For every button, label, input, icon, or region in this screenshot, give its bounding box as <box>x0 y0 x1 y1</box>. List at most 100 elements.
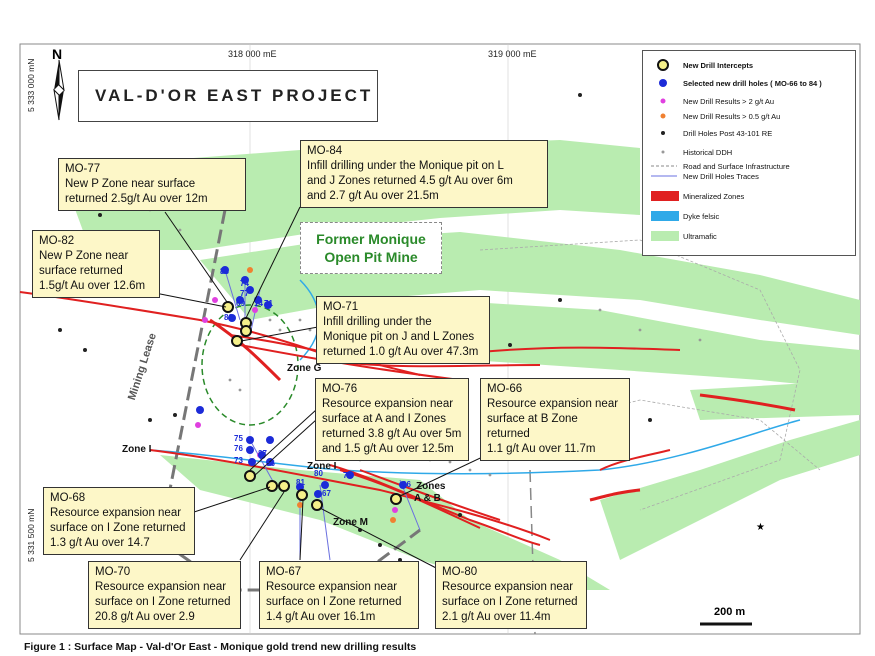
hole-label: 83 <box>220 267 229 276</box>
callout-line: surface on I Zone returned <box>50 522 186 534</box>
callout-line: surface on I Zone returned <box>266 596 402 608</box>
callout-line: returned 1.0 g/t Au over 47.3m <box>323 346 479 358</box>
callout-line: surface returned <box>39 265 123 277</box>
callout-line: Resource expansion near <box>322 398 454 410</box>
callout-line: MO-68 <box>50 492 86 504</box>
callout-line: 1.5g/t Au over 12.6m <box>39 280 146 292</box>
callout-line: returned 2.5g/t Au over 12m <box>65 193 208 205</box>
legend-item: Mineralized Zones <box>683 192 745 201</box>
northing-top-label: 5 333 000 mN <box>26 58 36 112</box>
green-fill-icon <box>651 231 679 241</box>
callout-line: MO-66 <box>487 383 523 395</box>
callout-line: Resource expansion near <box>442 581 574 593</box>
former-pit-label: Former Monique Open Pit Mine <box>300 222 442 274</box>
callout-mo-80: MO-80 Resource expansion near surface on… <box>435 561 587 629</box>
legend-item: New Drill Results > 0.5 g/t Au <box>683 112 781 121</box>
star-marker: ★ <box>756 522 765 533</box>
zone-m-label: Zone M <box>333 517 368 528</box>
figure-caption: Figure 1 : Surface Map - Val-d'Or East -… <box>24 641 417 653</box>
hole-label: 77 <box>240 289 249 298</box>
hole-label: 79 <box>343 471 352 480</box>
north-label: N <box>52 46 63 62</box>
hole-label: 14 <box>254 299 263 308</box>
zone-i-left-label: Zone I <box>122 444 152 455</box>
callout-line: 2.1 g/t Au over 11.4m <box>442 611 551 623</box>
red-fill-icon <box>651 191 679 201</box>
callout-line: 20.8 g/t Au over 2.9 <box>95 611 195 623</box>
callout-mo-76: MO-76 Resource expansion near surface at… <box>315 378 469 461</box>
legend-item: Drill Holes Post 43-101 RE <box>683 129 773 138</box>
callout-line: MO-84 <box>307 145 343 157</box>
zones-ab-label-2: A & B <box>414 493 441 504</box>
grey-dot-icon <box>661 150 665 154</box>
callout-mo-66: MO-66 Resource expansion near surface at… <box>480 378 630 461</box>
callout-line: 1.4 g/t Au over 16.1m <box>266 611 376 623</box>
hole-label: 69 <box>236 299 245 308</box>
callout-line: MO-77 <box>65 163 101 175</box>
hole-label: 82 <box>224 313 233 322</box>
callout-line: surface at B Zone returned <box>487 413 578 440</box>
map-legend: New Drill Intercepts Selected new drill … <box>642 50 856 256</box>
blue-dot-icon <box>659 79 667 87</box>
legend-item: Road and Surface Infrastructure <box>683 162 790 171</box>
callout-line: and 2.7 g/t Au over 21.5m <box>307 190 439 202</box>
callout-line: Monique pit on J and L Zones <box>323 331 475 343</box>
project-title-box: VAL-D'OR EAST PROJECT <box>78 70 378 122</box>
callout-line: surface at A and I Zones <box>322 413 447 425</box>
northing-bottom-label: 5 331 500 mN <box>26 508 36 562</box>
callout-line: MO-71 <box>323 301 359 313</box>
callout-line: Infill drilling under the Monique pit on… <box>307 160 504 172</box>
cyan-fill-icon <box>651 211 679 221</box>
callout-line: MO-67 <box>266 566 302 578</box>
callout-line: and 1.5 g/t Au over 12.5m <box>322 443 454 455</box>
hole-label: 80 <box>314 469 323 478</box>
hole-label: 76 <box>234 444 243 453</box>
callout-line: New P Zone near surface <box>65 178 196 190</box>
callout-line: MO-70 <box>95 566 131 578</box>
black-dot-icon <box>661 131 665 135</box>
hole-label: 81 <box>296 478 305 487</box>
hole-label: 56 <box>266 459 275 468</box>
hole-label: 67 <box>322 489 331 498</box>
project-title: VAL-D'OR EAST PROJECT <box>95 86 374 105</box>
callout-line: 1.3 g/t Au over 14.7 <box>50 537 150 549</box>
zones-ab-label-1: Zones <box>416 481 446 492</box>
callout-line: MO-80 <box>442 566 478 578</box>
callout-line: MO-82 <box>39 235 75 247</box>
legend-item: New Drill Intercepts <box>683 61 754 70</box>
callout-mo-84: MO-84 Infill drilling under the Monique … <box>300 140 548 208</box>
callout-mo-70: MO-70 Resource expansion near surface on… <box>88 561 241 629</box>
scale-bar-label: 200 m <box>714 606 746 618</box>
hole-label: 74 <box>240 279 249 288</box>
easting-right-label: 319 000 mE <box>488 49 537 59</box>
legend-item: Historical DDH <box>683 148 733 157</box>
orange-dot-icon <box>660 113 666 119</box>
callout-mo-67: MO-67 Resource expansion near surface on… <box>259 561 419 629</box>
callout-line: Resource expansion near <box>266 581 398 593</box>
intercept-icon <box>657 59 669 71</box>
easting-left-label: 318 000 mE <box>228 49 277 59</box>
callout-mo-77: MO-77 New P Zone near surface returned 2… <box>58 158 246 211</box>
hole-label: 27 <box>258 449 267 458</box>
magenta-dot-icon <box>660 98 666 104</box>
legend-item: Selected new drill holes ( MO-66 to 84 ) <box>683 79 822 88</box>
zone-g-label: Zone G <box>287 363 322 374</box>
hole-label: 71 <box>264 299 273 308</box>
callout-line: surface on I Zone returned <box>95 596 231 608</box>
callout-line: Resource expansion near <box>487 398 619 410</box>
hole-label: 75 <box>234 434 243 443</box>
callout-line: and J Zones returned 4.5 g/t Au over 6m <box>307 175 513 187</box>
legend-item: New Drill Holes Traces <box>683 172 759 181</box>
callout-line: MO-76 <box>322 383 358 395</box>
former-pit-line2: Open Pit Mine <box>324 249 418 265</box>
callout-line: returned 3.8 g/t Au over 5m <box>322 428 462 440</box>
callout-mo-82: MO-82 New P Zone near surface returned 1… <box>32 230 160 298</box>
callout-mo-68: MO-68 Resource expansion near surface on… <box>43 487 195 555</box>
hole-label: 73 <box>234 456 243 465</box>
callout-line: New P Zone near <box>39 250 129 262</box>
callout-line: Resource expansion near <box>95 581 227 593</box>
callout-line: Resource expansion near <box>50 507 182 519</box>
hole-label: 66 <box>402 480 411 489</box>
callout-mo-71: MO-71 Infill drilling under the Monique … <box>316 296 490 364</box>
legend-item: Dyke felsic <box>683 212 720 221</box>
